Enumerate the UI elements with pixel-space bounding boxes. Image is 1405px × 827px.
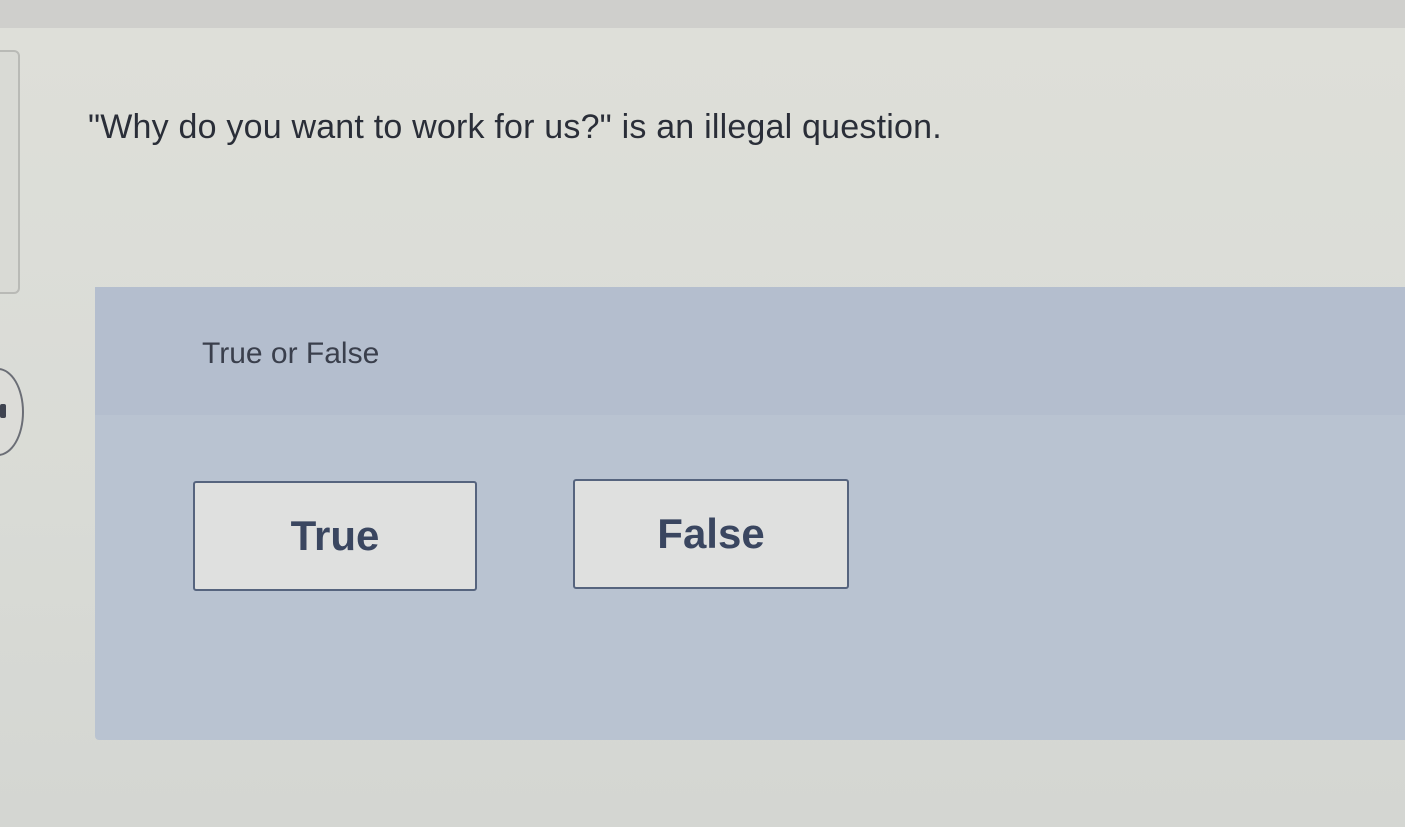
true-button[interactable]: True [193, 481, 477, 591]
answer-panel: True or False True False [95, 287, 1405, 740]
answer-prompt: True or False [202, 337, 380, 370]
question-text: "Why do you want to work for us?" is an … [88, 108, 942, 146]
side-nav-icon [0, 404, 6, 418]
top-bar [0, 0, 1405, 30]
false-button[interactable]: False [573, 479, 849, 589]
left-panel-edge [0, 50, 20, 294]
